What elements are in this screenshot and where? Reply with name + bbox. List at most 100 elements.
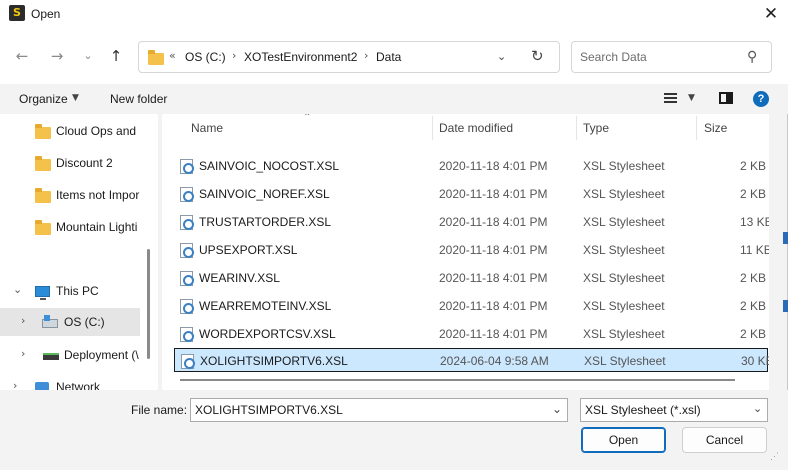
navigation-pane: Cloud Ops and I Discount 2 Items not Imp… (0, 114, 158, 390)
organize-caret-icon: ▼ (72, 93, 79, 103)
table-row[interactable]: TRUSTARTORDER.XSL 2020-11-18 4:01 PM XSL… (174, 210, 769, 234)
up-arrow-icon[interactable]: ↑ (106, 46, 126, 66)
table-row-selected[interactable]: XOLIGHTSIMPORTV6.XSL 2024-06-04 9:58 AM … (174, 348, 769, 372)
file-type: XSL Stylesheet (583, 271, 665, 285)
file-size: 30 KB (741, 354, 769, 368)
chevron-right-icon[interactable]: › (13, 379, 17, 390)
xsl-file-icon (180, 327, 194, 342)
nav-item-label: OS (C:) (64, 315, 105, 329)
new-folder-button[interactable]: New folder (110, 92, 167, 106)
forward-arrow-icon[interactable]: → (47, 46, 67, 66)
search-icon: ⚲ (747, 49, 758, 65)
nav-item-this-pc[interactable]: ⌄ This PC (0, 277, 140, 305)
breadcrumb-data[interactable]: Data (376, 50, 401, 64)
file-type: XSL Stylesheet (583, 327, 665, 341)
folder-icon (35, 188, 51, 203)
command-bar: Organize ▼ New folder ▼ ? (0, 84, 788, 114)
nav-item-network[interactable]: › Network (0, 373, 140, 390)
column-header-type[interactable]: Type (583, 121, 609, 135)
address-dropdown-icon[interactable]: ⌄ (497, 50, 506, 63)
back-arrow-icon[interactable]: ← (12, 46, 32, 66)
table-row[interactable]: SAINVOIC_NOCOST.XSL 2020-11-18 4:01 PM X… (174, 154, 768, 178)
chevron-down-icon[interactable]: ⌄ (13, 283, 22, 296)
file-date: 2020-11-18 4:01 PM (439, 299, 548, 313)
table-row[interactable]: WEARREMOTEINV.XSL 2020-11-18 4:01 PM XSL… (174, 294, 768, 318)
xsl-file-icon (180, 271, 194, 286)
breadcrumb-xotestenvironment2[interactable]: XOTestEnvironment2 (244, 50, 357, 64)
xsl-file-icon (180, 159, 194, 174)
view-list-icon[interactable] (664, 93, 677, 104)
chevron-right-icon[interactable]: › (21, 314, 25, 327)
nav-scrollbar[interactable] (147, 249, 150, 359)
file-name: WORDEXPORTCSV.XSL (199, 327, 336, 341)
file-date: 2020-11-18 4:01 PM (439, 327, 548, 341)
chevron-down-icon[interactable]: ⌄ (753, 402, 762, 415)
file-date: 2024-06-04 9:58 AM (440, 354, 549, 368)
horizontal-scrollbar[interactable] (180, 379, 735, 381)
table-row[interactable]: UPSEXPORT.XSL 2020-11-18 4:01 PM XSL Sty… (174, 238, 769, 262)
file-size: 2 KB (740, 299, 767, 313)
open-button[interactable]: Open (581, 427, 666, 453)
drive-icon (42, 315, 58, 328)
nav-item-discount-2[interactable]: Discount 2 (0, 149, 140, 177)
column-header-row: ⌃ Name Date modified Type Size (162, 114, 769, 142)
column-divider[interactable] (576, 116, 577, 140)
table-row[interactable]: SAINVOIC_NOREF.XSL 2020-11-18 4:01 PM XS… (174, 182, 768, 206)
file-size: 2 KB (740, 159, 767, 173)
table-row[interactable]: WEARINV.XSL 2020-11-18 4:01 PM XSL Style… (174, 266, 768, 290)
pc-icon (35, 286, 50, 300)
nav-item-label: This PC (56, 284, 99, 298)
folder-icon (35, 156, 51, 171)
nav-item-label: Deployment (\ (64, 348, 139, 362)
search-box[interactable]: Search Data ⚲ (571, 41, 772, 73)
nav-item-label: Mountain Lighti (56, 220, 138, 234)
file-name-field[interactable]: XOLIGHTSIMPORTV6.XSL ⌄ (190, 398, 568, 422)
column-divider[interactable] (696, 116, 697, 140)
column-header-date[interactable]: Date modified (439, 121, 513, 135)
nav-item-label: Items not Impor (56, 188, 140, 202)
nav-item-label: Network (56, 380, 101, 390)
help-icon[interactable]: ? (753, 91, 769, 107)
nav-item-deployment[interactable]: › Deployment (\ (0, 341, 140, 369)
file-type: XSL Stylesheet (583, 243, 665, 257)
file-name: XOLIGHTSIMPORTV6.XSL (200, 354, 348, 368)
file-type-select[interactable]: XSL Stylesheet (*.xsl) ⌄ (580, 398, 768, 422)
folder-icon (35, 124, 51, 139)
column-divider[interactable] (432, 116, 433, 140)
nav-item-os-c[interactable]: › OS (C:) (0, 308, 140, 336)
file-date: 2020-11-18 4:01 PM (439, 159, 548, 173)
xsl-file-icon (180, 187, 194, 202)
address-bar[interactable]: « OS (C:) › XOTestEnvironment2 › Data ⌄ … (138, 41, 560, 73)
chevron-down-icon[interactable]: ⌄ (552, 402, 562, 416)
column-header-size[interactable]: Size (704, 121, 727, 135)
refresh-icon[interactable]: ↻ (531, 47, 544, 65)
breadcrumb-os-c[interactable]: OS (C:) (185, 50, 226, 64)
dialog-footer: File name: XOLIGHTSIMPORTV6.XSL ⌄ XSL St… (0, 390, 788, 470)
resize-grip-icon[interactable]: ⋰ (770, 451, 779, 462)
chevron-right-icon[interactable]: › (21, 347, 25, 360)
background-window-edge (783, 300, 788, 312)
close-button[interactable]: ✕ (760, 4, 782, 24)
chevron-right-icon: › (364, 49, 369, 62)
nav-item-cloud-ops[interactable]: Cloud Ops and I (0, 117, 140, 145)
table-row[interactable]: WORDEXPORTCSV.XSL 2020-11-18 4:01 PM XSL… (174, 322, 768, 346)
file-size: 13 KB (740, 215, 769, 229)
view-caret-icon[interactable]: ▼ (688, 93, 695, 103)
organize-button[interactable]: Organize (19, 92, 68, 106)
cancel-button[interactable]: Cancel (682, 427, 767, 453)
file-name: WEARINV.XSL (199, 271, 280, 285)
breadcrumb-overflow[interactable]: « (169, 49, 176, 62)
xsl-file-icon (180, 215, 194, 230)
file-name-label: File name: (131, 403, 188, 417)
search-input[interactable]: Search Data (580, 50, 647, 64)
file-size: 2 KB (740, 187, 767, 201)
chevron-down-icon[interactable]: ⌄ (78, 46, 98, 66)
preview-pane-icon[interactable] (719, 92, 733, 104)
nav-item-label: Cloud Ops and I (56, 124, 140, 138)
chevron-right-icon: › (232, 49, 237, 62)
nav-item-items-not-imported[interactable]: Items not Impor (0, 181, 140, 209)
nav-item-mountain-lighting[interactable]: Mountain Lighti (0, 213, 140, 241)
column-header-name[interactable]: Name (191, 121, 223, 135)
file-type: XSL Stylesheet (583, 159, 665, 173)
xsl-file-icon (180, 243, 194, 258)
